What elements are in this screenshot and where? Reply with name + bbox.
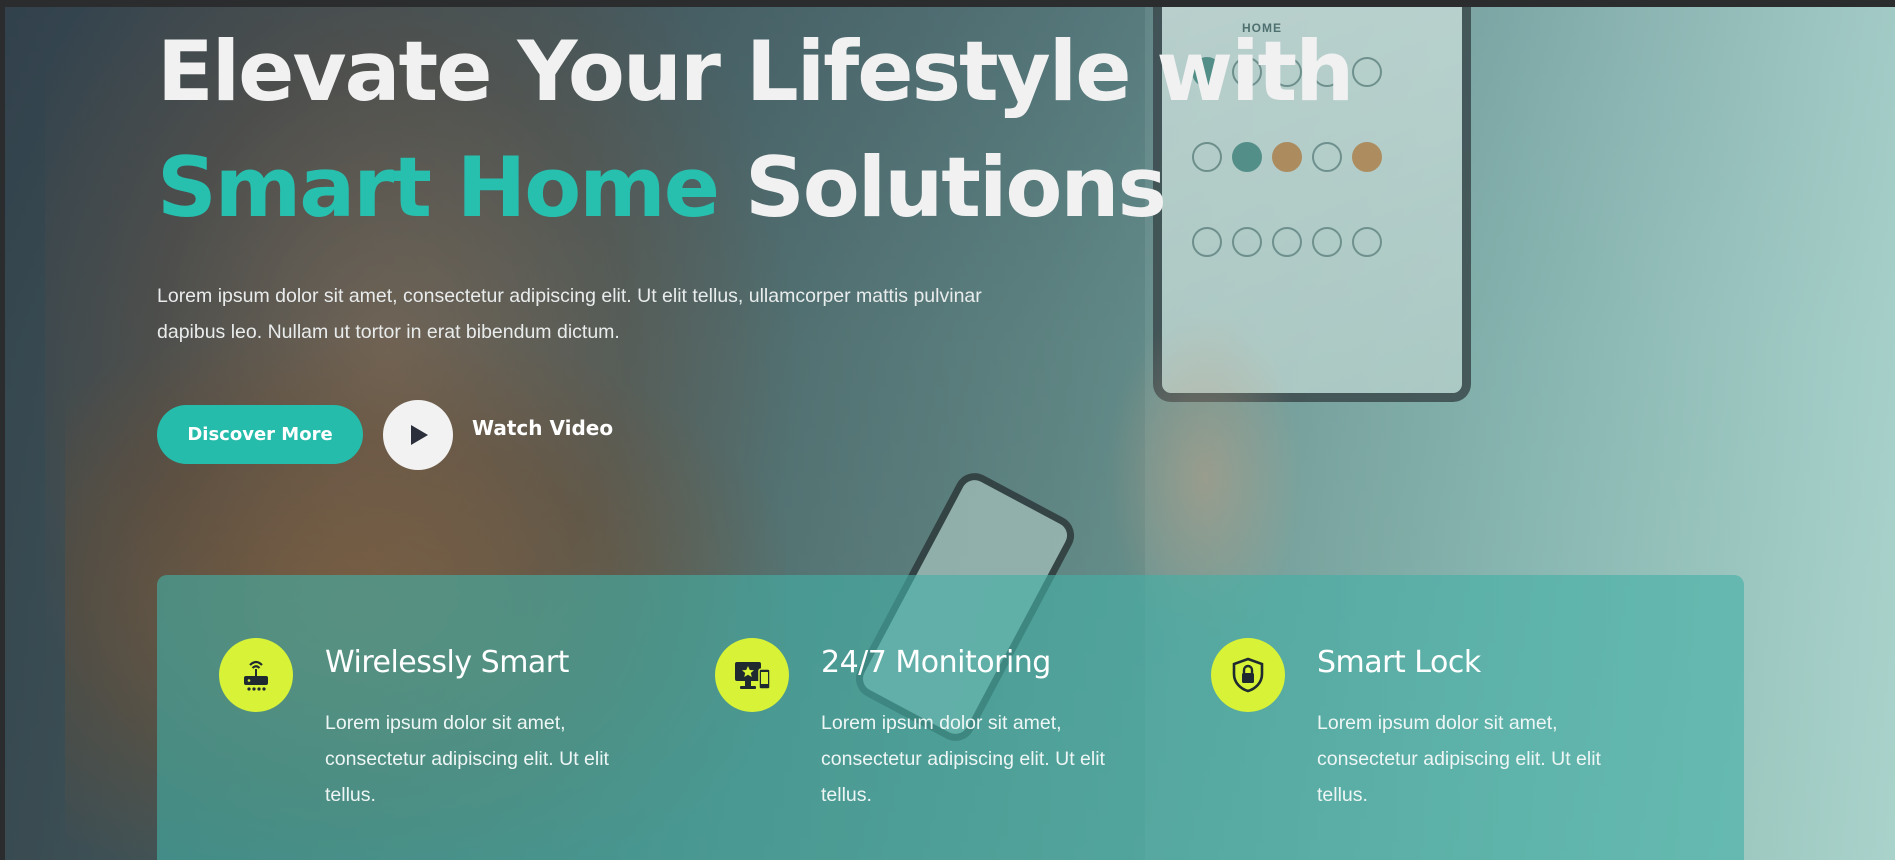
router-icon: [219, 638, 293, 712]
play-video-button[interactable]: [383, 400, 453, 470]
hero-title-line1: Elevate Your Lifestyle with: [157, 23, 1354, 120]
tablet-control-icon: [1352, 227, 1382, 257]
hero-title-accent: Smart Home: [157, 139, 720, 236]
features-panel: Wirelessly Smart Lorem ipsum dolor sit a…: [157, 575, 1744, 860]
tablet-control-icon: [1352, 142, 1382, 172]
feature-text: Lorem ipsum dolor sit amet, consectetur …: [1317, 712, 1601, 806]
hero-title-rest: Solutions: [718, 139, 1167, 236]
hero-description: Lorem ipsum dolor sit amet, consectetur …: [157, 285, 982, 343]
window-left-edge: [0, 0, 5, 860]
discover-more-button[interactable]: Discover More: [157, 405, 363, 464]
hero-title: Elevate Your Lifestyle with Smart Home S…: [157, 14, 1354, 246]
feature-title: Smart Lock: [1317, 645, 1481, 680]
watch-video-link[interactable]: Watch Video: [472, 416, 613, 440]
feature-text: Lorem ipsum dolor sit amet, consectetur …: [821, 712, 1105, 806]
feature-title: Wirelessly Smart: [325, 645, 569, 680]
feature-card-monitoring: 24/7 Monitoring Lorem ipsum dolor sit am…: [653, 575, 1133, 860]
feature-card-wireless: Wirelessly Smart Lorem ipsum dolor sit a…: [157, 575, 637, 860]
feature-card-smart-lock: Smart Lock Lorem ipsum dolor sit amet, c…: [1149, 575, 1629, 860]
feature-text: Lorem ipsum dolor sit amet, consectetur …: [325, 712, 609, 806]
monitor-phone-icon: [715, 638, 789, 712]
window-top-bar: [0, 0, 1895, 7]
tablet-control-icon: [1352, 57, 1382, 87]
play-icon: [411, 425, 428, 445]
shield-lock-icon: [1211, 638, 1285, 712]
feature-title: 24/7 Monitoring: [821, 645, 1051, 680]
